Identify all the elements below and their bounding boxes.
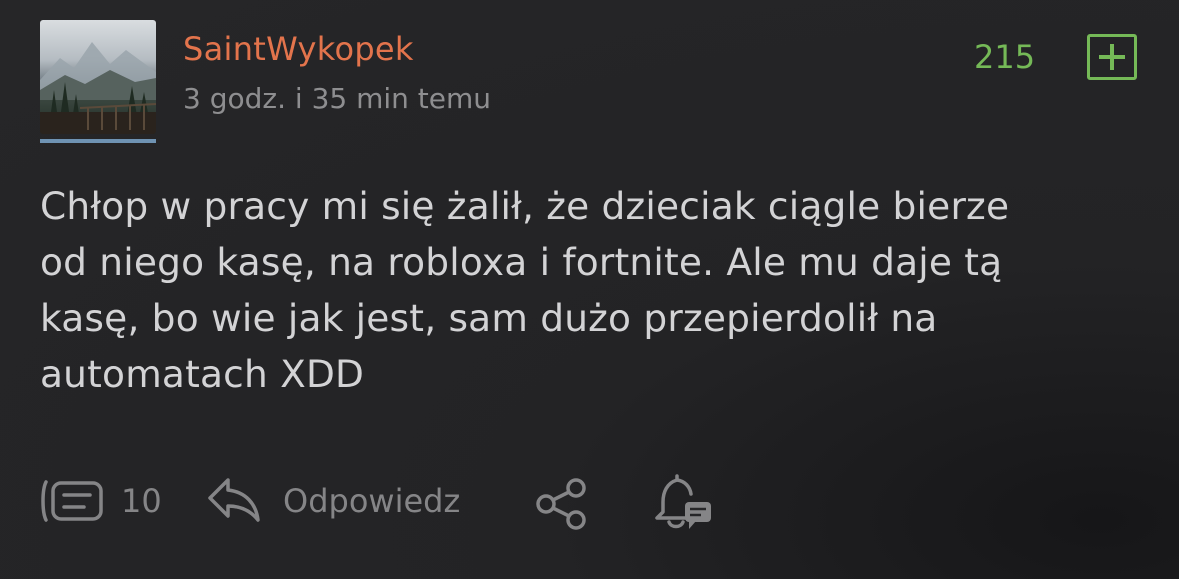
plus-icon <box>1099 44 1125 70</box>
post-card: SaintWykopek 3 godz. i 35 min temu 215 C… <box>0 0 1179 579</box>
vote-score: 215 <box>974 38 1036 76</box>
bell-icon[interactable] <box>653 472 715 532</box>
post-timestamp[interactable]: 3 godz. i 35 min temu <box>183 82 491 115</box>
reply-icon[interactable] <box>206 474 262 526</box>
avatar-underline <box>40 139 156 143</box>
reply-button[interactable]: Odpowiedz <box>283 482 460 520</box>
share-icon[interactable] <box>534 476 590 532</box>
author-username[interactable]: SaintWykopek <box>183 30 414 68</box>
post-actions: 10 Odpowiedz <box>0 468 1179 538</box>
comments-count[interactable]: 10 <box>121 482 162 520</box>
upvote-button[interactable] <box>1087 34 1137 80</box>
post-body: Chłop w pracy mi się żalił, że dzieciak … <box>40 184 1010 396</box>
avatar[interactable] <box>40 20 156 134</box>
comments-icon[interactable] <box>40 478 104 524</box>
